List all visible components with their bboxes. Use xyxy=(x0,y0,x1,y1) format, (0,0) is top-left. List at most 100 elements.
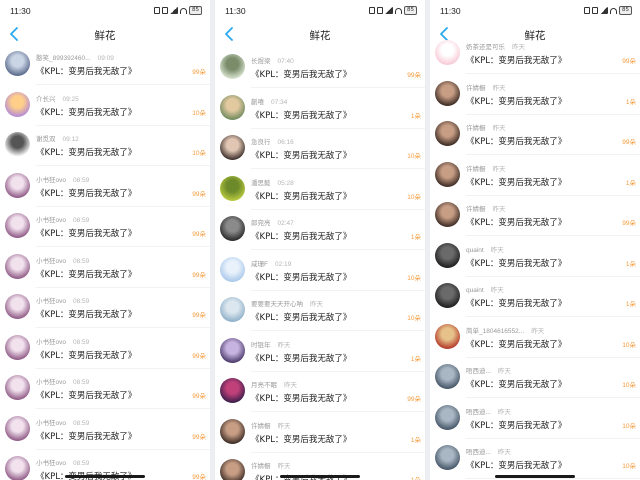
username[interactable]: 唔西迪... 昨天 xyxy=(466,365,511,375)
avatar[interactable] xyxy=(5,91,30,117)
username[interactable]: 许婧橱 昨天 xyxy=(466,122,506,132)
username[interactable]: 小书狂ovo 08:59 xyxy=(36,214,89,224)
list-item[interactable]: 小书狂ovo 08:59 《KPL：变男后我无敌了》 99朵 xyxy=(0,248,210,288)
list-item[interactable]: quaint 昨天 《KPL：变男后我无敌了》 1朵 xyxy=(430,237,640,277)
avatar[interactable] xyxy=(5,213,30,238)
list-item[interactable]: 蒯嘻 07:34 《KPL：变男后我无敌了》 1朵 xyxy=(215,89,425,129)
username[interactable]: quaint 昨天 xyxy=(466,244,504,254)
avatar[interactable] xyxy=(5,334,30,360)
username[interactable]: 小书狂ovo 08:59 xyxy=(36,174,89,184)
list-item[interactable]: 长煜梁 07:40 《KPL：变男后我无敌了》 99朵 xyxy=(215,50,425,88)
username[interactable]: 小书狂ovo 08:59 xyxy=(36,255,89,265)
avatar[interactable] xyxy=(5,415,30,441)
avatar[interactable] xyxy=(435,242,460,268)
username[interactable]: 许婧橱 昨天 xyxy=(251,420,291,430)
username[interactable]: 小书狂ovo 08:59 xyxy=(36,457,89,467)
avatar[interactable] xyxy=(5,456,30,480)
flower-list[interactable]: 长煜梁 07:40 《KPL：变男后我无敌了》 99朵 蒯嘻 07:34 《KPL：变男后我… xyxy=(215,50,425,480)
avatar[interactable] xyxy=(220,175,245,201)
avatar[interactable] xyxy=(435,404,460,430)
username[interactable]: 奶茶还是可乐 昨天 xyxy=(466,41,525,51)
avatar[interactable] xyxy=(220,337,245,363)
avatar[interactable] xyxy=(5,294,30,319)
avatar[interactable] xyxy=(220,54,245,79)
avatar[interactable] xyxy=(435,323,460,349)
avatar[interactable] xyxy=(435,202,460,227)
avatar[interactable] xyxy=(5,51,30,76)
list-item[interactable]: quaint 昨天 《KPL：变男后我无敌了》 1朵 xyxy=(430,277,640,317)
username[interactable]: 唔西迪... 昨天 xyxy=(466,446,511,456)
username[interactable]: 咸珊F 02:19 xyxy=(251,258,291,268)
list-item[interactable]: 小书狂ovo 08:59 《KPL：变男后我无敌了》 99朵 xyxy=(0,288,210,328)
list-item[interactable]: 郎宛亮 02:47 《KPL：变男后我无敌了》 1朵 xyxy=(215,210,425,250)
avatar[interactable] xyxy=(435,121,460,146)
list-item[interactable]: 时锟年 昨天 《KPL：变男后我无敌了》 1朵 xyxy=(215,332,425,372)
list-item[interactable]: 许婧橱 昨天 《KPL：变男后我无敌了》 99朵 xyxy=(430,196,640,236)
username[interactable]: 要要要天天开心呐 昨天 xyxy=(251,298,323,308)
list-item[interactable]: 简单_1804616552... 昨天 《KPL：变男后我无敌了》 10朵 xyxy=(430,318,640,358)
username[interactable]: 小书狂ovo 08:59 xyxy=(36,295,89,305)
list-item[interactable]: 许婧橱昨天《KPL：变男后我无敌了》 1朵 xyxy=(430,75,640,115)
avatar[interactable] xyxy=(5,132,30,157)
avatar[interactable] xyxy=(220,378,245,403)
avatar[interactable] xyxy=(220,94,245,120)
avatar[interactable] xyxy=(435,161,460,187)
username[interactable]: 许婧橱 昨天 xyxy=(466,163,506,173)
avatar[interactable] xyxy=(435,283,460,308)
list-item[interactable]: 唔西迪... 昨天 《KPL：变男后我无敌了》 10朵 xyxy=(430,358,640,398)
avatar[interactable] xyxy=(435,40,460,65)
username[interactable]: 小书狂ovo 08:59 xyxy=(36,417,89,427)
username[interactable]: 小书狂ovo 08:59 xyxy=(36,376,89,386)
avatar[interactable] xyxy=(5,253,30,279)
username[interactable]: 许婧橱 昨天 xyxy=(466,203,506,213)
username[interactable]: 介长兴 09:25 xyxy=(36,93,79,103)
username[interactable]: 简单_1804616552... 昨天 xyxy=(466,325,544,335)
list-item[interactable]: 唔西迪... 昨天 《KPL：变男后我无敌了》 10朵 xyxy=(430,439,640,479)
username[interactable]: 时锟年 昨天 xyxy=(251,339,291,349)
list-item[interactable]: 许婧橱昨天《KPL：变男后我无敌了》 1朵 xyxy=(430,156,640,196)
avatar[interactable] xyxy=(435,445,460,470)
avatar[interactable] xyxy=(5,375,30,400)
list-item[interactable]: 小书狂ovo 08:59 《KPL：变男后我无敌了》 99朵 xyxy=(0,167,210,207)
avatar[interactable] xyxy=(220,459,245,480)
list-item[interactable]: 许婧橱 昨天 《KPL：变男后我无敌了》 99朵 xyxy=(430,115,640,155)
list-item[interactable]: 咸珊F 02:19 《KPL：变男后我无敌了》 10朵 xyxy=(215,251,425,291)
username[interactable]: 谢觅双 09:12 xyxy=(36,133,79,143)
list-item[interactable]: 小书狂ovo 08:59 《KPL：变男后我无敌了》 99朵 xyxy=(0,369,210,409)
list-item[interactable]: 谢觅双 09:12 《KPL：变男后我无敌了》 10朵 xyxy=(0,126,210,166)
avatar[interactable] xyxy=(435,80,460,106)
list-item[interactable]: 介长兴 09:25 《KPL：变男后我无敌了》 10朵 xyxy=(0,86,210,126)
avatar[interactable] xyxy=(220,216,245,241)
username[interactable]: 急良行 06:16 xyxy=(251,136,294,146)
username[interactable]: 唔西迪... 昨天 xyxy=(466,406,511,416)
avatar[interactable] xyxy=(220,256,245,282)
avatar[interactable] xyxy=(220,297,245,322)
list-item[interactable]: 唔西迪... 昨天 《KPL：变男后我无敌了》 10朵 xyxy=(430,399,640,439)
username[interactable]: 许婧橱 昨天 xyxy=(251,460,291,470)
list-item[interactable]: 许婧橱昨天《KPL：变男后我无敌了》 1朵 xyxy=(215,413,425,453)
username[interactable]: 许婧橱 昨天 xyxy=(466,82,506,92)
list-item[interactable]: 急良行 06:16 《KPL：变男后我无敌了》 10朵 xyxy=(215,129,425,169)
list-item[interactable]: 憨笑_899392460... 09:09 《KPL：变男后我无敌了》 99朵 xyxy=(0,47,210,85)
avatar[interactable] xyxy=(435,364,460,389)
username[interactable]: 潘思懿 05:28 xyxy=(251,177,294,187)
username[interactable]: 小书狂ovo 08:59 xyxy=(36,336,89,346)
list-item[interactable]: 奶茶还是可乐 昨天 《KPL：变男后我无敌了》 99朵 xyxy=(430,36,640,74)
username[interactable]: 憨笑_899392460... 09:09 xyxy=(36,52,114,62)
avatar[interactable] xyxy=(220,135,245,160)
flower-list[interactable]: 奶茶还是可乐 昨天 《KPL：变男后我无敌了》 99朵 许婧橱 昨天 《KPL：变男后我无敌… xyxy=(430,36,640,480)
list-item[interactable]: 要要要天天开心呐 昨天 《KPL：变男后我无敌了》 10朵 xyxy=(215,291,425,331)
list-item[interactable]: 月亮不眠 昨天 《KPL：变男后我无敌了》 99朵 xyxy=(215,372,425,412)
flower-list[interactable]: 憨笑_899392460... 09:09 《KPL：变男后我无敌了》 99朵 介长兴 0… xyxy=(0,47,210,480)
username[interactable]: 长煜梁 07:40 xyxy=(251,55,294,65)
list-item[interactable]: 小书狂ovo 08:59 《KPL：变男后我无敌了》 99朵 xyxy=(0,207,210,247)
avatar[interactable] xyxy=(220,418,245,444)
username[interactable]: 月亮不眠 昨天 xyxy=(251,379,297,389)
list-item[interactable]: 小书狂ovo 08:59 《KPL：变男后我无敌了》 99朵 xyxy=(0,410,210,450)
username[interactable]: 蒯嘻 07:34 xyxy=(251,96,287,106)
username[interactable]: quaint 昨天 xyxy=(466,284,504,294)
username[interactable]: 郎宛亮 02:47 xyxy=(251,217,294,227)
avatar[interactable] xyxy=(5,172,30,198)
list-item[interactable]: 小书狂ovo 08:59 《KPL：变男后我无敌了》 99朵 xyxy=(0,329,210,369)
list-item[interactable]: 潘思懿 05:28 《KPL：变男后我无敌了》 10朵 xyxy=(215,170,425,210)
